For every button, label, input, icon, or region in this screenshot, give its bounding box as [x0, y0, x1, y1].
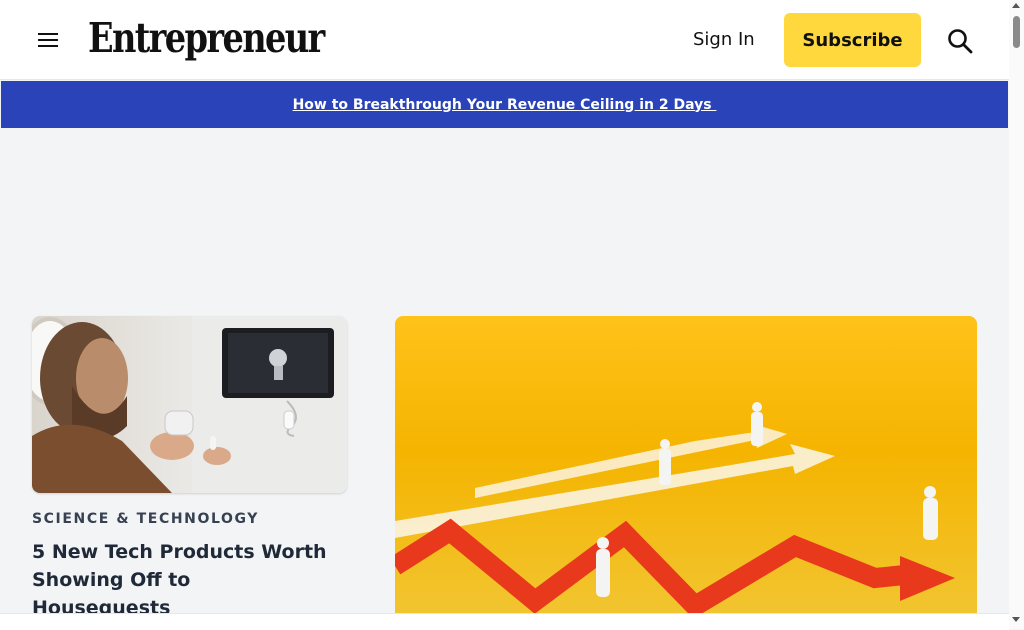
featured-article-thumbnail [395, 316, 977, 616]
site-header: Entrepreneur Sign In Subscribe [0, 0, 1009, 80]
article-image-tech-products[interactable] [32, 316, 347, 493]
article-headline[interactable]: 5 New Tech Products Worth Showing Off to… [32, 538, 332, 622]
promo-banner-link[interactable]: How to Breakthrough Your Revenue Ceiling… [293, 97, 717, 113]
scroll-up-arrow-icon[interactable] [1012, 3, 1020, 8]
vertical-scrollbar[interactable] [1009, 0, 1024, 629]
bottom-bar [0, 613, 1009, 630]
hamburger-menu-icon[interactable] [38, 32, 58, 48]
scroll-thumb[interactable] [1013, 16, 1020, 48]
scroll-down-arrow-icon[interactable] [1012, 617, 1020, 622]
promo-banner: How to Breakthrough Your Revenue Ceiling… [1, 81, 1008, 128]
article-image-featured[interactable] [395, 316, 977, 616]
site-logo[interactable]: Entrepreneur [88, 12, 325, 64]
search-icon[interactable] [946, 27, 974, 55]
subscribe-button[interactable]: Subscribe [784, 13, 921, 67]
sign-in-link[interactable]: Sign In [693, 28, 755, 52]
article-category[interactable]: SCIENCE & TECHNOLOGY [32, 510, 259, 528]
article-thumbnail [32, 316, 347, 493]
